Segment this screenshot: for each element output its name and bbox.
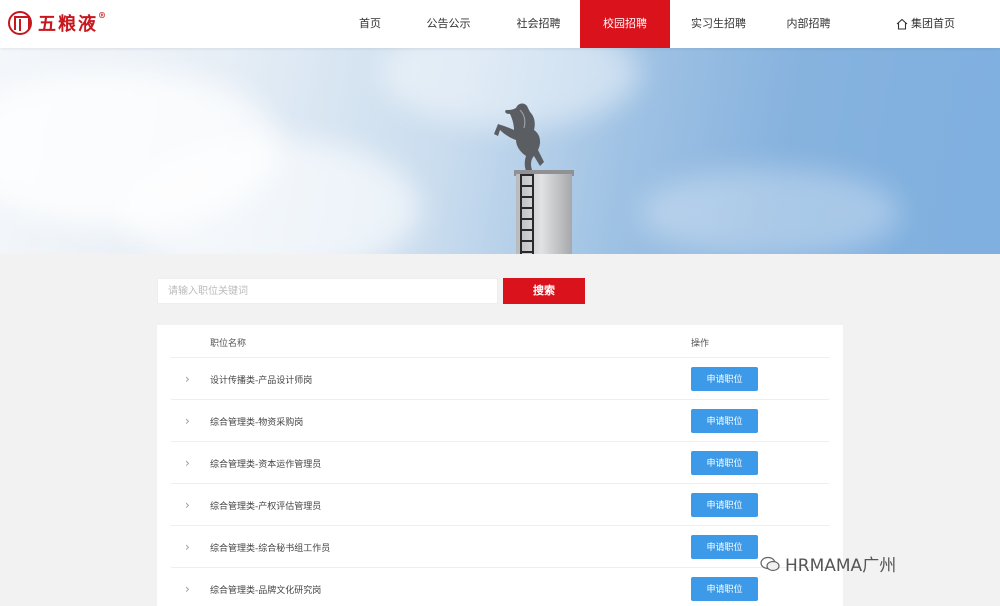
chevron-right-icon[interactable]: › bbox=[185, 456, 190, 470]
table-row[interactable]: › 综合管理类-品牌文化研究岗 申请职位 bbox=[171, 568, 829, 606]
job-search-input[interactable] bbox=[157, 278, 498, 304]
horse-statue-icon bbox=[494, 103, 544, 176]
main-nav: 首页 公告公示 社会招聘 校园招聘 实习生招聘 内部招聘 bbox=[340, 0, 850, 48]
group-home-link[interactable]: 集团首页 bbox=[896, 0, 955, 48]
nav-item-home[interactable]: 首页 bbox=[340, 0, 400, 48]
nav-item-intern-recruitment[interactable]: 实习生招聘 bbox=[670, 0, 767, 48]
chevron-right-icon[interactable]: › bbox=[185, 540, 190, 554]
watermark: HRMAMA广州 bbox=[760, 551, 896, 576]
apply-position-button[interactable]: 申请职位 bbox=[691, 493, 758, 517]
apply-position-button[interactable]: 申请职位 bbox=[691, 409, 758, 433]
table-header: 职位名称 操作 bbox=[171, 325, 829, 358]
watermark-text: HRMAMA广州 bbox=[785, 556, 897, 576]
apply-position-button[interactable]: 申请职位 bbox=[691, 451, 758, 475]
apply-position-button[interactable]: 申请职位 bbox=[691, 577, 758, 601]
job-title: 综合管理类-综合秘书组工作员 bbox=[210, 544, 331, 554]
job-title: 设计传播类-产品设计师岗 bbox=[210, 376, 313, 386]
job-title: 综合管理类-产权评估管理员 bbox=[210, 502, 322, 512]
search-button[interactable]: 搜索 bbox=[503, 278, 585, 304]
job-title: 综合管理类-资本运作管理员 bbox=[210, 460, 322, 470]
brand-logo[interactable]: 五粮液® bbox=[8, 9, 108, 37]
column-header-action: 操作 bbox=[691, 339, 710, 349]
table-row[interactable]: › 综合管理类-产权评估管理员 申请职位 bbox=[171, 484, 829, 526]
chevron-right-icon[interactable]: › bbox=[185, 582, 190, 596]
top-header: 五粮液® 首页 公告公示 社会招聘 校园招聘 实习生招聘 内部招聘 集团首页 bbox=[0, 0, 1000, 48]
job-title: 综合管理类-品牌文化研究岗 bbox=[210, 586, 322, 596]
chevron-right-icon[interactable]: › bbox=[185, 414, 190, 428]
table-row[interactable]: › 设计传播类-产品设计师岗 申请职位 bbox=[171, 358, 829, 400]
apply-position-button[interactable]: 申请职位 bbox=[691, 535, 758, 559]
chevron-right-icon[interactable]: › bbox=[185, 372, 190, 386]
apply-position-button[interactable]: 申请职位 bbox=[691, 367, 758, 391]
logo-emblem-icon bbox=[8, 11, 32, 35]
nav-item-campus-recruitment[interactable]: 校园招聘 bbox=[580, 0, 670, 48]
column-header-position: 职位名称 bbox=[210, 339, 247, 349]
nav-item-social-recruitment[interactable]: 社会招聘 bbox=[497, 0, 580, 48]
table-row[interactable]: › 综合管理类-资本运作管理员 申请职位 bbox=[171, 442, 829, 484]
nav-item-announcements[interactable]: 公告公示 bbox=[400, 0, 497, 48]
wechat-icon bbox=[760, 556, 780, 571]
hero-banner bbox=[0, 48, 1000, 254]
group-home-label: 集团首页 bbox=[911, 17, 955, 30]
table-row[interactable]: › 综合管理类-物资采购岗 申请职位 bbox=[171, 400, 829, 442]
home-icon bbox=[896, 18, 908, 30]
job-list-panel: 职位名称 操作 › 设计传播类-产品设计师岗 申请职位 › 综合管理类-物资采购… bbox=[157, 325, 843, 606]
chevron-right-icon[interactable]: › bbox=[185, 498, 190, 512]
job-title: 综合管理类-物资采购岗 bbox=[210, 418, 304, 428]
table-row[interactable]: › 综合管理类-综合秘书组工作员 申请职位 bbox=[171, 526, 829, 568]
nav-item-internal-recruitment[interactable]: 内部招聘 bbox=[767, 0, 850, 48]
logo-text: 五粮液® bbox=[38, 10, 108, 35]
